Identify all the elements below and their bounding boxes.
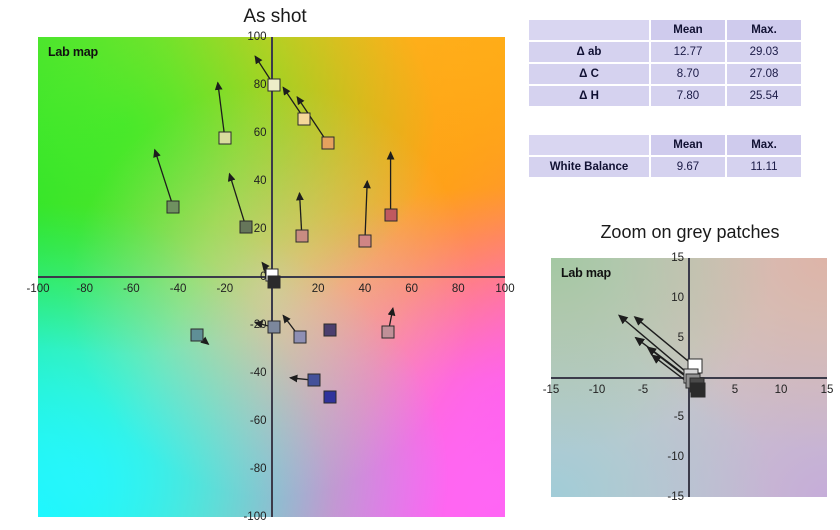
cell-delta-ab-mean: 12.77 [651,42,725,62]
y-tick-label: 20 [253,223,267,235]
y-tick-label: -100 [243,511,267,523]
wb-table-header-max: Max. [727,135,801,155]
x-tick-label: 10 [774,383,788,396]
x-tick-label: -10 [588,383,606,396]
data-point-marker[interactable] [321,136,335,150]
y-tick-label: -80 [249,463,267,475]
x-tick-label: -60 [123,283,140,295]
data-point-marker[interactable] [295,229,309,243]
wb-table-header-mean: Mean [651,135,725,155]
y-tick-label: -40 [249,367,267,379]
cell-delta-ab-max: 29.03 [727,42,801,62]
data-point-marker[interactable] [307,373,321,387]
data-point-marker[interactable] [293,330,307,344]
y-tick-label: -20 [249,319,267,331]
y-tick-label: 15 [671,252,684,264]
y-tick-label: -15 [667,491,684,503]
y-tick-label: -10 [667,451,684,464]
table-corner-cell [529,20,649,40]
y-tick-label: 5 [677,331,684,344]
data-point-marker[interactable] [190,328,204,342]
x-tick-label: 60 [405,283,418,295]
main-vector-layer [153,55,396,383]
cell-white-balance-max: 11.11 [727,157,801,177]
zoom-chart-title: Zoom on grey patches [600,222,780,242]
row-label-delta-ab: Δ ab [529,42,649,62]
table-header-max: Max. [727,20,801,40]
x-tick-label: -15 [542,383,560,396]
y-tick-label: 60 [253,127,267,139]
row-label-white-balance: White Balance [529,157,649,177]
x-tick-label: 15 [820,383,834,396]
data-point-marker[interactable] [267,275,281,289]
x-tick-label: 20 [311,283,325,295]
x-tick-label: -100 [26,283,50,295]
y-tick-label: 40 [253,175,267,187]
table-row: Δ H 7.80 25.54 [529,86,801,106]
delta-metrics-table: Mean Max. Δ ab 12.77 29.03 Δ C 8.70 27.0… [527,18,803,108]
row-label-delta-h: Δ H [529,86,649,106]
cell-delta-h-max: 25.54 [727,86,801,106]
data-point-marker[interactable] [690,382,706,398]
table-header-row: Mean Max. [529,135,801,155]
data-point-marker[interactable] [297,112,311,126]
data-point-marker[interactable] [267,320,281,334]
y-tick-label: -60 [249,415,267,427]
x-tick-label: 100 [495,283,515,295]
x-tick-label: -40 [169,283,187,295]
lab-map-zoom-plot[interactable]: Lab map -15 -10 -5 5 10 15 15 10 5 -5 -10 -15 [543,252,834,503]
data-point-marker[interactable] [239,220,253,234]
y-tick-label: 10 [671,291,684,304]
vector-arrow [618,314,692,377]
row-label-delta-c: Δ C [529,64,649,84]
cell-delta-h-mean: 7.80 [651,86,725,106]
data-point-marker[interactable] [323,323,337,337]
y-tick-label: 100 [247,31,267,43]
data-point-marker[interactable] [384,208,398,222]
cell-white-balance-mean: 9.67 [651,157,725,177]
y-tick-label: 80 [253,79,267,91]
wb-table-corner-cell [529,135,649,155]
y-tick-label: 0 [260,271,267,283]
data-point-marker[interactable] [381,325,395,339]
data-point-marker[interactable] [166,200,180,214]
table-header-row: Mean Max. [529,20,801,40]
white-balance-table: Mean Max. White Balance 9.67 11.11 [527,133,803,179]
lab-map-main-plot[interactable]: Lab map -100 -80 -60 -40 -20 20 40 60 80 100 100 8… [26,31,514,523]
cell-delta-c-mean: 8.70 [651,64,725,84]
table-row: Δ ab 12.77 29.03 [529,42,801,62]
main-chart-title: As shot [243,6,307,27]
cell-delta-c-max: 27.08 [727,64,801,84]
x-tick-label: 5 [731,383,739,396]
vector-arrow [214,81,226,138]
x-tick-label: -80 [76,283,93,295]
y-tick-label: -5 [673,411,684,424]
table-header-mean: Mean [651,20,725,40]
x-tick-label: -5 [637,383,649,396]
data-point-marker[interactable] [218,131,232,145]
table-row: White Balance 9.67 11.11 [529,157,801,177]
x-tick-label: -20 [216,283,234,295]
data-point-marker[interactable] [267,78,281,92]
x-tick-label: 80 [451,283,465,295]
data-point-marker[interactable] [358,234,372,248]
data-point-marker[interactable] [323,390,337,404]
x-tick-label: 40 [358,283,372,295]
table-row: Δ C 8.70 27.08 [529,64,801,84]
